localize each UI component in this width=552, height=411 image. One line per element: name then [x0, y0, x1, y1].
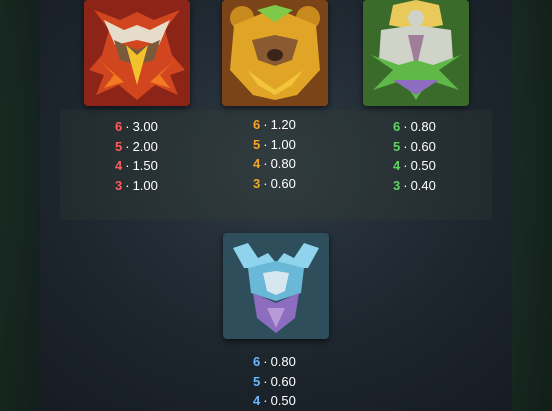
separator: · — [403, 177, 408, 193]
payout-count: 5 — [253, 373, 261, 389]
separator: · — [125, 119, 130, 134]
paytable-row: 5 · 1.00 — [253, 135, 363, 155]
payout-value: 1.20 — [270, 117, 296, 132]
payout-value: 0.80 — [270, 156, 296, 171]
paytable-row: 6 · 3.00 — [115, 117, 225, 137]
elk-totem-mask-icon — [223, 233, 329, 339]
separator: · — [263, 156, 268, 171]
payout-value: 2.00 — [132, 138, 158, 154]
separator: · — [403, 138, 408, 154]
paytable-row: 5 · 0.60 — [253, 372, 363, 392]
payout-value: 0.50 — [270, 393, 296, 408]
payout-value: 0.80 — [410, 119, 436, 134]
payout-count: 4 — [253, 393, 261, 408]
paytable-row: 6 · 0.80 — [393, 117, 503, 137]
payout-value: 0.40 — [410, 177, 436, 193]
paytable-row: 4 · 1.50 — [115, 156, 225, 176]
bear-totem-mask-icon — [222, 0, 328, 106]
payout-count: 6 — [253, 117, 261, 132]
payout-count: 6 — [253, 354, 261, 369]
separator: · — [125, 177, 130, 193]
separator: · — [403, 158, 408, 173]
paytable-row: 3 · 0.40 — [393, 176, 503, 196]
payout-count: 3 — [115, 177, 123, 193]
separator: · — [263, 393, 268, 408]
payout-count: 4 — [253, 156, 261, 171]
paytable-row: 3 · 1.00 — [115, 176, 225, 196]
payout-value: 0.50 — [410, 158, 436, 173]
separator: · — [125, 158, 130, 173]
payout-value: 0.80 — [270, 354, 296, 369]
payout-count: 3 — [393, 177, 401, 193]
paytable-row: 3 · 0.60 — [253, 174, 363, 194]
wolf-totem-mask-icon — [363, 0, 469, 106]
wolf-paytable: 6 · 0.80 5 · 0.60 4 · 0.50 3 · 0.40 — [393, 117, 503, 195]
payout-count: 5 — [393, 138, 401, 154]
bear-paytable: 6 · 1.20 5 · 1.00 4 · 0.80 3 · 0.60 — [253, 115, 363, 193]
paytable-row: 5 · 0.60 — [393, 137, 503, 157]
payout-value: 0.60 — [270, 373, 296, 389]
payout-value: 0.60 — [270, 175, 296, 191]
payout-count: 5 — [115, 138, 123, 154]
separator: · — [263, 373, 268, 389]
payout-value: 3.00 — [132, 119, 158, 134]
separator: · — [263, 136, 268, 152]
paytable-row: 4 · 0.50 — [393, 156, 503, 176]
payout-count: 6 — [393, 119, 401, 134]
payout-count: 4 — [393, 158, 401, 173]
owl-paytable: 6 · 3.00 5 · 2.00 4 · 1.50 3 · 1.00 — [115, 117, 225, 195]
separator: · — [125, 138, 130, 154]
payout-value: 0.60 — [410, 138, 436, 154]
background-forest-right — [512, 0, 552, 411]
paytable-row: 4 · 0.80 — [253, 154, 363, 174]
payout-count: 6 — [115, 119, 123, 134]
paytable-row: 5 · 2.00 — [115, 137, 225, 157]
payout-count: 3 — [253, 175, 261, 191]
separator: · — [263, 117, 268, 132]
elk-paytable: 6 · 0.80 5 · 0.60 4 · 0.50 — [253, 352, 363, 411]
paytable-row: 6 · 1.20 — [253, 115, 363, 135]
payout-value: 1.50 — [132, 158, 158, 173]
payout-count: 4 — [115, 158, 123, 173]
payout-value: 1.00 — [132, 177, 158, 193]
background-forest-left — [0, 0, 40, 411]
separator: · — [263, 354, 268, 369]
paytable-row: 6 · 0.80 — [253, 352, 363, 372]
payout-value: 1.00 — [270, 136, 296, 152]
separator: · — [403, 119, 408, 134]
separator: · — [263, 175, 268, 191]
owl-totem-mask-icon — [84, 0, 190, 106]
payout-count: 5 — [253, 136, 261, 152]
paytable-row: 4 · 0.50 — [253, 391, 363, 411]
